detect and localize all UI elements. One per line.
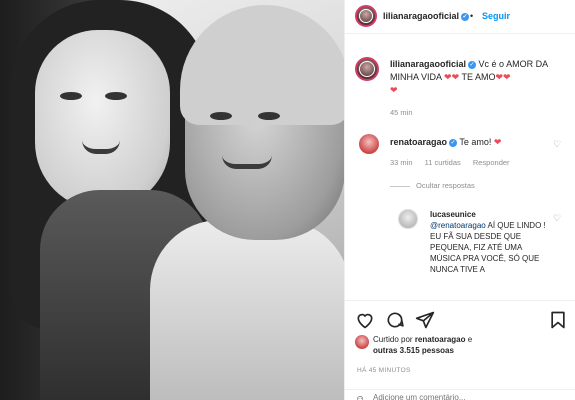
caption-timestamp[interactable]: 45 min xyxy=(390,108,413,117)
photo-woman-face xyxy=(35,30,170,210)
comment-timestamp[interactable]: 33 min xyxy=(390,158,413,167)
verified-icon: ✓ xyxy=(461,12,470,21)
caption-author-avatar[interactable] xyxy=(355,57,379,81)
post-timestamp[interactable]: HÁ 45 MINUTOS xyxy=(357,367,411,374)
comment-username[interactable]: renatoaragao xyxy=(390,137,447,147)
action-bar: Curtido por renatoaragao e outras 3.515 … xyxy=(345,300,575,400)
comment-meta: 33 min 11 curtidas Responder xyxy=(390,158,520,167)
instagram-post: lilianaragaooficial ✓ • Seguir lilianarag… xyxy=(0,0,575,400)
verified-icon: ✓ xyxy=(468,60,477,69)
reply-text: lucaseunice @renatoaragao AÍ QUE LINDO !… xyxy=(430,209,548,275)
share-icon[interactable] xyxy=(415,310,435,330)
add-comment-bar: ☺ xyxy=(345,389,575,400)
verified-icon: ✓ xyxy=(449,138,458,147)
save-icon[interactable] xyxy=(548,310,568,330)
photo-smile xyxy=(222,155,272,169)
author-username[interactable]: lilianaragaooficial ✓ xyxy=(383,11,470,21)
liked-by-others[interactable]: outras 3.515 pessoas xyxy=(373,346,454,355)
like-icon[interactable] xyxy=(355,310,375,330)
comment-input[interactable] xyxy=(373,393,523,400)
heart-emoji: ❤ xyxy=(493,137,502,147)
comment-avatar[interactable] xyxy=(359,134,379,154)
photo-man-hair xyxy=(180,5,344,125)
liked-by-avatar[interactable] xyxy=(355,335,369,349)
photo-eye xyxy=(60,92,82,100)
reply-like-icon[interactable]: ♡ xyxy=(553,213,561,224)
post-sidebar: lilianaragaooficial ✓ • Seguir lilianarag… xyxy=(344,0,575,400)
liked-by-user[interactable]: renatoaragao xyxy=(415,335,466,344)
heart-emoji: ❤ xyxy=(390,85,398,95)
follow-button[interactable]: Seguir xyxy=(482,11,510,21)
post-header: lilianaragaooficial ✓ • Seguir xyxy=(345,0,575,34)
caption-username[interactable]: lilianaragaooficial xyxy=(390,59,466,69)
hide-replies-button[interactable]: Ocultar respostas xyxy=(390,181,475,190)
heart-emoji: ❤❤ xyxy=(495,72,511,82)
reply-mention[interactable]: @renatoaragao xyxy=(430,221,486,230)
comment-likes[interactable]: 11 curtidas xyxy=(425,158,461,167)
caption-body-2: TE AMO xyxy=(461,72,496,82)
photo-eye xyxy=(258,112,280,120)
photo-eye xyxy=(105,92,127,100)
heart-emoji: ❤❤ xyxy=(444,72,460,82)
author-avatar[interactable] xyxy=(355,5,377,27)
post-photo[interactable] xyxy=(0,0,344,400)
divider-line xyxy=(390,185,410,187)
comment-like-icon[interactable]: ♡ xyxy=(553,139,561,150)
comments-section[interactable]: lilianaragaooficial ✓ Vc é o AMOR DA MINH… xyxy=(345,35,575,300)
comment-icon[interactable] xyxy=(385,310,405,330)
reply-username[interactable]: lucaseunice xyxy=(430,210,476,219)
comment-body: Te amo! xyxy=(459,137,492,147)
photo-eye xyxy=(210,112,232,120)
liked-by-text: Curtido por renatoaragao e outras 3.515 … xyxy=(373,335,473,355)
caption-text: lilianaragaooficial ✓ Vc é o AMOR DA MINH… xyxy=(390,58,570,97)
reply-button[interactable]: Responder xyxy=(473,158,510,167)
reply-avatar[interactable] xyxy=(398,209,418,229)
separator-dot: • xyxy=(470,11,474,21)
photo-man-shirt xyxy=(150,220,344,400)
smiley-icon[interactable]: ☺ xyxy=(355,394,365,400)
comment-text: renatoaragao ✓ Te amo! ❤ xyxy=(390,137,501,148)
